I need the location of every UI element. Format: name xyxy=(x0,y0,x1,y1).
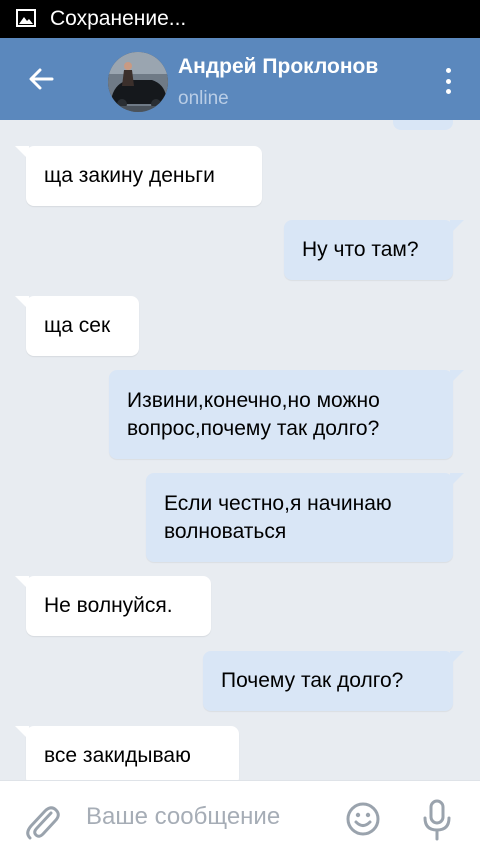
message-text: Ну что там? xyxy=(302,238,419,261)
message-text: ща сек xyxy=(44,314,111,337)
more-vertical-icon xyxy=(445,78,451,84)
message-text: Почему так долго? xyxy=(221,669,404,692)
message-bubble-partial xyxy=(393,120,453,130)
status-text: Сохранение... xyxy=(50,7,187,30)
more-menu-button[interactable] xyxy=(436,62,460,100)
message-input[interactable] xyxy=(86,797,326,837)
message-bubble-outgoing[interactable]: Почему так долго? xyxy=(203,651,464,711)
avatar[interactable] xyxy=(108,52,168,112)
more-vertical-icon xyxy=(445,89,451,94)
message-bubble-incoming[interactable]: ща сек xyxy=(15,296,139,356)
avatar-photo xyxy=(108,52,168,112)
message-text: Извини,конечно,но можно вопрос,почему та… xyxy=(127,388,380,440)
message-bubble-incoming[interactable]: Не волнуйся. xyxy=(15,576,211,636)
back-arrow-icon xyxy=(29,68,54,90)
message-list[interactable]: ща закину деньги Ну что там? ща сек Изви… xyxy=(0,120,480,780)
message-bubble-outgoing[interactable]: Ну что там? xyxy=(284,220,464,280)
message-text: ща закину деньги xyxy=(44,164,215,187)
message-text: Если честно,я начинаю волноваться xyxy=(164,491,392,543)
back-button[interactable] xyxy=(18,58,64,100)
smiley-icon[interactable] xyxy=(345,801,381,837)
message-text: Не волнуйся. xyxy=(44,594,173,617)
contact-status: online xyxy=(178,88,229,109)
contact-name[interactable]: Андрей Проклонов xyxy=(178,55,378,79)
gallery-icon xyxy=(16,9,36,27)
microphone-icon[interactable] xyxy=(421,799,453,841)
chat-header: Андрей Проклонов online xyxy=(0,38,480,120)
message-bubble-outgoing[interactable]: Извини,конечно,но можно вопрос,почему та… xyxy=(109,370,464,459)
message-composer xyxy=(0,780,480,854)
more-vertical-icon xyxy=(445,68,451,73)
status-bar: Сохранение... xyxy=(0,0,480,38)
message-text: все закидываю xyxy=(44,744,191,767)
message-bubble-incoming[interactable]: ща закину деньги xyxy=(15,146,262,206)
paperclip-icon[interactable] xyxy=(24,801,60,841)
message-bubble-outgoing[interactable]: Если честно,я начинаю волноваться xyxy=(146,473,464,562)
message-bubble-incoming[interactable]: все закидываю xyxy=(15,726,239,780)
